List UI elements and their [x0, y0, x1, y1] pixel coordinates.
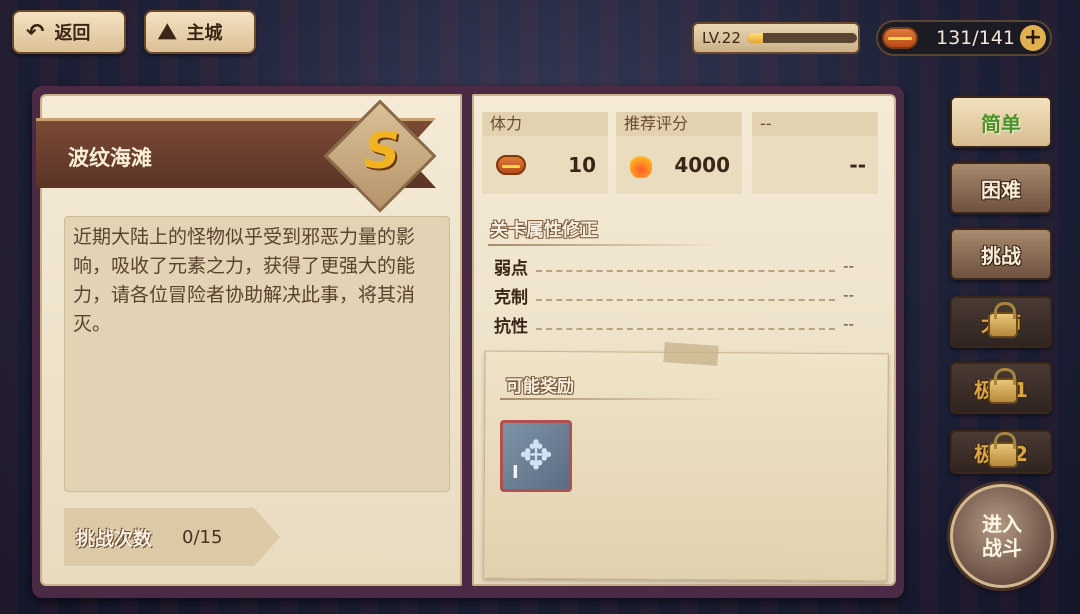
enter-battle-line1: 进入: [982, 512, 1022, 536]
dotted-leader: [536, 289, 836, 301]
player-level: LV.22: [692, 22, 860, 54]
difficulty-label: 困难: [981, 177, 1021, 202]
back-button[interactable]: ↶ 返回: [12, 10, 126, 54]
level-progress-bar: [746, 33, 857, 43]
back-arrow-icon: ↶: [26, 19, 45, 45]
attribute-row-weakness: 弱点 --: [494, 254, 854, 279]
difficulty-label: 挑战: [981, 243, 1021, 268]
lock-icon: [988, 368, 1018, 404]
flame-icon: [630, 152, 652, 178]
stamina-counter: 131/141 +: [876, 20, 1052, 56]
difficulty-challenge-button[interactable]: 挑战: [950, 228, 1052, 280]
hotdog-icon: [496, 155, 526, 175]
tape: [663, 342, 719, 366]
divider: [500, 398, 726, 400]
back-button-label: 返回: [54, 23, 91, 44]
main-city-button[interactable]: ⛰ 主城: [144, 10, 256, 54]
enter-battle-line2: 战斗: [982, 536, 1022, 560]
difficulty-extreme1-button[interactable]: 极限1: [950, 362, 1052, 414]
challenge-count-label: 挑战次数: [76, 527, 153, 550]
lock-icon: [988, 432, 1018, 468]
stamina-value: 131/141: [936, 27, 1015, 49]
stat-empty: -- --: [752, 112, 878, 194]
difficulty-hard-button[interactable]: 困难: [950, 162, 1052, 214]
attribute-label: 克制: [494, 287, 528, 308]
lock-icon: [988, 302, 1018, 338]
difficulty-master-button[interactable]: 大师: [950, 296, 1052, 348]
stat-value: 4000: [674, 153, 730, 177]
attribute-value: --: [843, 257, 854, 275]
difficulty-label: 简单: [981, 111, 1021, 136]
add-stamina-button[interactable]: +: [1020, 25, 1046, 51]
rewards-title: 可能奖励: [506, 377, 574, 397]
stat-label: --: [752, 112, 878, 136]
main-city-button-label: 主城: [186, 23, 223, 44]
castle-icon: ⛰: [158, 19, 177, 45]
attribute-label: 抗性: [494, 316, 528, 337]
stat-value: 10: [568, 153, 596, 177]
difficulty-easy-button[interactable]: 简单: [950, 96, 1052, 148]
attribute-modifier-title: 关卡属性修正: [490, 220, 598, 241]
stage-title: 波纹海滩: [68, 146, 152, 170]
enter-battle-button[interactable]: 进入 战斗: [950, 484, 1054, 588]
stat-stamina-cost: 体力 10: [482, 112, 608, 194]
dotted-leader: [536, 260, 836, 272]
challenge-count-value: 0/15: [182, 526, 223, 548]
dotted-leader: [536, 318, 836, 330]
attribute-label: 弱点: [494, 258, 528, 279]
challenge-count-box: 挑战次数 0/15: [64, 508, 280, 566]
stage-description: 近期大陆上的怪物似乎受到邪恶力量的影响，吸收了元素之力，获得了更强大的能力，请各…: [64, 216, 450, 492]
reward-item[interactable]: ✥: [500, 420, 572, 492]
hotdog-icon: [882, 27, 918, 49]
attribute-value: --: [843, 315, 854, 333]
stat-label: 体力: [482, 112, 608, 136]
stat-label: 推荐评分: [616, 112, 742, 136]
stat-value: --: [849, 153, 866, 177]
attribute-value: --: [843, 286, 854, 304]
crystal-emblem-icon: ✥: [519, 433, 553, 479]
difficulty-extreme2-button[interactable]: 极限2: [950, 430, 1052, 474]
attribute-row-counter: 克制 --: [494, 283, 854, 308]
level-label: LV.22: [702, 29, 741, 47]
reward-tier: I: [512, 462, 519, 483]
level-progress-fill: [746, 33, 764, 43]
divider: [488, 244, 718, 246]
attribute-row-resistance: 抗性 --: [494, 312, 854, 337]
grade-letter: S: [363, 122, 400, 180]
stat-recommended-score: 推荐评分 4000: [616, 112, 742, 194]
